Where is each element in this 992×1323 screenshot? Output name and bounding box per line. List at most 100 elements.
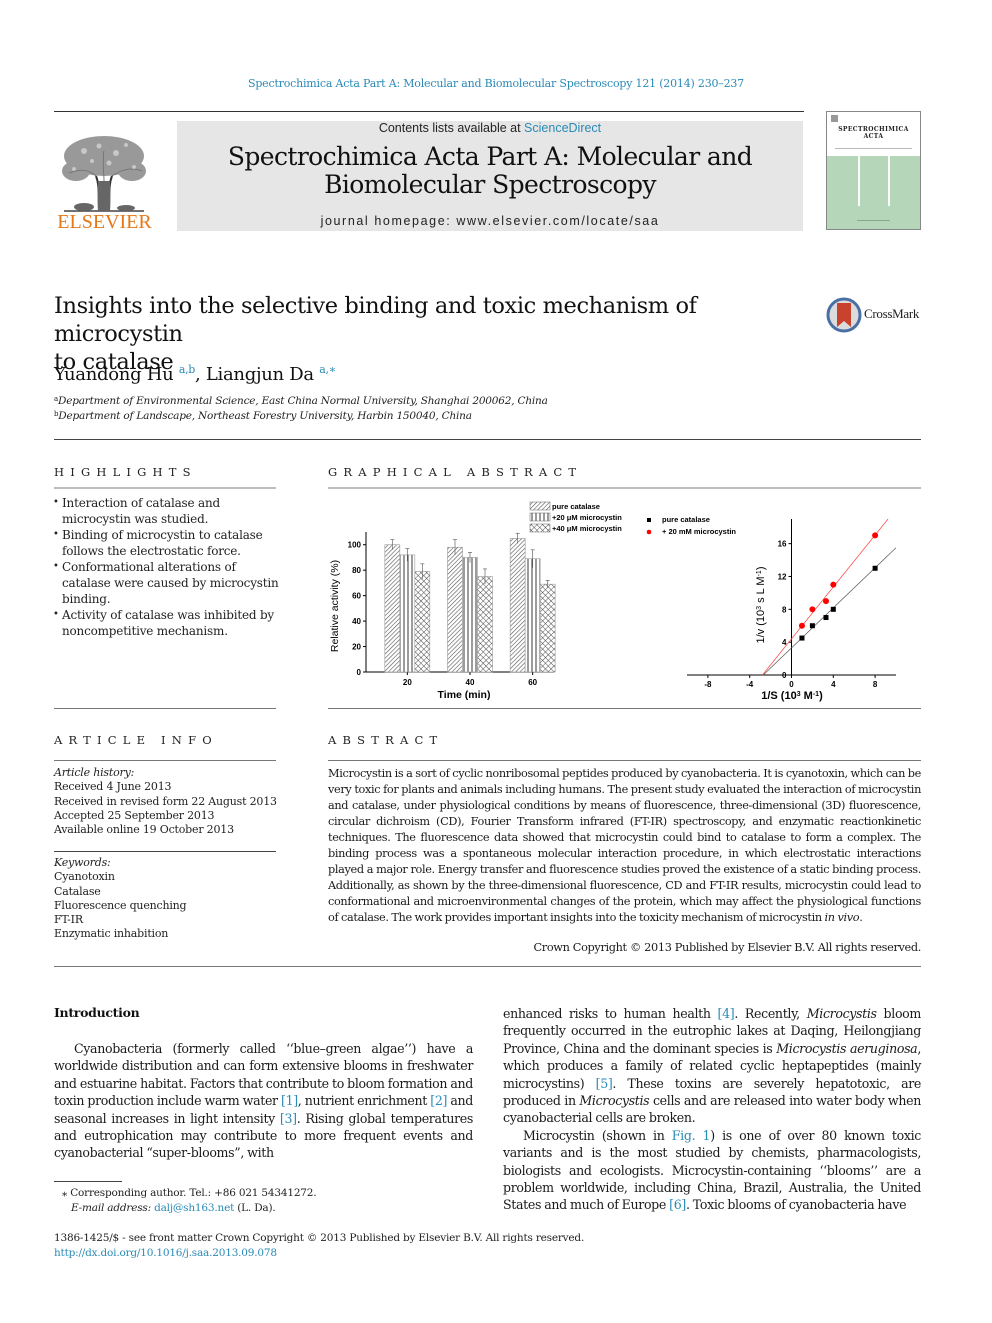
bar-chart-x-tick-label: 60 <box>528 678 537 687</box>
journal-title-line2: Biomolecular Spectroscopy <box>324 170 656 199</box>
email-link[interactable]: dalj@sh163.net <box>154 1202 234 1214</box>
email-suffix: (L. Da). <box>234 1202 276 1214</box>
keywords-label: Keywords: <box>54 856 111 869</box>
history-online: Available online 19 October 2013 <box>54 823 234 837</box>
introduction-heading: Introduction <box>54 1005 140 1020</box>
abstract-text: Microcystin is a sort of cyclic nonribos… <box>328 767 921 924</box>
cover-title-line2: ACTA <box>863 133 884 140</box>
keyword: Fluorescence quenching <box>54 898 187 912</box>
crossmark-button[interactable]: CrossMark <box>826 297 926 333</box>
bar <box>462 557 478 673</box>
author-affiliation-marks[interactable]: a,∗ <box>319 363 336 376</box>
data-point <box>798 622 805 629</box>
abstract-rule <box>328 760 921 761</box>
legend-marker <box>646 529 652 535</box>
legend-label: pure catalase <box>662 515 710 524</box>
author-separator: , <box>195 364 206 385</box>
lb-y-tick-label: 0 <box>782 671 787 680</box>
journal-cover-thumbnail[interactable]: SPECTROCHIMICA ACTA <box>826 111 921 230</box>
legend-swatch <box>529 501 551 511</box>
keyword: Enzymatic inhabition <box>54 927 169 941</box>
reference-link[interactable]: [3] <box>280 1111 297 1126</box>
bar-chart-x-tick-label: 20 <box>403 678 412 687</box>
bar <box>399 554 416 673</box>
abstract-text-end: . <box>859 911 863 924</box>
species-name: Microcystis aeruginosa <box>776 1040 918 1056</box>
affiliation: bDepartment of Landscape, Northeast Fore… <box>54 410 472 422</box>
contents-available-line: Contents lists available at ScienceDirec… <box>177 121 803 135</box>
introduction-paragraph: Microcystin (shown in Fig. 1) is one of … <box>503 1127 921 1214</box>
abstract-copyright: Crown Copyright © 2013 Published by Else… <box>533 941 922 954</box>
reference-link[interactable]: [1] <box>281 1093 298 1108</box>
species-name: Microcystis <box>806 1006 877 1021</box>
journal-reference-link[interactable]: Spectrochimica Acta Part A: Molecular an… <box>0 77 992 90</box>
graphical-abstract-bottom-rule <box>328 708 921 709</box>
journal-homepage-line: journal homepage: www.elsevier.com/locat… <box>177 214 803 228</box>
article-info-heading: ARTICLE INFO <box>54 733 218 747</box>
legend-swatch <box>529 512 551 522</box>
crossmark-label: CrossMark <box>864 306 920 321</box>
graphical-abstract-heading: GRAPHICAL ABSTRACT <box>328 465 583 479</box>
data-point <box>872 532 879 539</box>
affiliation-text: Department of Landscape, Northeast Fores… <box>58 410 472 422</box>
body-text: . Toxic blooms of cyanobacteria have <box>685 1197 907 1213</box>
cover-footer-line <box>857 220 890 221</box>
footnote-rule <box>54 1181 122 1182</box>
bar-chart-y-tick-label: 100 <box>348 541 362 550</box>
journal-title: Spectrochimica Acta Part A: Molecular an… <box>177 143 803 199</box>
body-text: . Recently, <box>734 1006 807 1021</box>
author-list: Yuandong Hu a,b, Liangjun Da a,∗ <box>54 363 336 385</box>
lb-chart-x-axis-label: 1/S (103 M-1) <box>761 690 823 702</box>
abstract-body: Microcystin is a sort of cyclic nonribos… <box>328 766 921 926</box>
cover-subtitle-line <box>835 148 912 149</box>
reference-link[interactable]: [4] <box>718 1006 735 1021</box>
lb-x-tick-label: 8 <box>873 680 878 689</box>
doi-link[interactable]: http://dx.doi.org/10.1016/j.saa.2013.09.… <box>54 1246 584 1261</box>
reference-link[interactable]: [5] <box>596 1076 613 1091</box>
cover-publisher-mark-icon <box>831 115 838 122</box>
introduction-paragraph: enhanced risks to human health [4]. Rece… <box>503 1005 921 1127</box>
author-affiliation-marks[interactable]: a,b <box>179 363 196 376</box>
corresponding-author-text: Corresponding author. Tel.: +86 021 5434… <box>70 1187 317 1199</box>
introduction-paragraph: Cyanobacteria (formerly called ‘‘blue–gr… <box>54 1040 473 1162</box>
legend-label: + 20 mM microcystin <box>662 527 736 536</box>
keyword: FT-IR <box>54 913 83 927</box>
author-name[interactable]: Yuandong Hu <box>54 364 174 385</box>
reference-link[interactable]: [6] <box>669 1197 686 1212</box>
journal-banner: Contents lists available at ScienceDirec… <box>177 121 803 231</box>
figure-link[interactable]: Fig. 1 <box>672 1128 711 1143</box>
abstract-italic-term: in vivo <box>824 911 860 924</box>
lb-y-tick-label: 16 <box>778 540 787 549</box>
lb-x-tick-label: -4 <box>746 680 754 689</box>
journal-homepage-link[interactable]: www.elsevier.com/locate/saa <box>456 214 659 228</box>
bottom-metadata: 1386-1425/$ - see front matter Crown Cop… <box>54 1231 584 1260</box>
affiliation-text: Department of Environmental Science, Eas… <box>57 395 548 407</box>
sciencedirect-link[interactable]: ScienceDirect <box>524 121 601 135</box>
lb-y-tick-label: 8 <box>782 605 787 614</box>
reference-link[interactable]: [2] <box>430 1093 447 1108</box>
bar <box>414 571 431 673</box>
legend-swatch <box>529 523 551 533</box>
body-text: Microcystin (shown in <box>523 1127 672 1143</box>
introduction-column-2: enhanced risks to human health [4]. Rece… <box>503 1005 921 1214</box>
data-point <box>830 581 837 588</box>
article-title-line1: Insights into the selective binding and … <box>54 293 697 347</box>
data-point <box>823 615 829 621</box>
lb-x-tick-label: 0 <box>789 680 794 689</box>
affiliation: aDepartment of Environmental Science, Ea… <box>54 395 548 407</box>
data-point <box>872 565 878 571</box>
bar <box>524 558 541 673</box>
article-info-rule <box>54 760 276 761</box>
highlights-rule <box>54 487 276 489</box>
bar-chart-x-axis-label: Time (min) <box>438 689 491 701</box>
highlight-item: Binding of microcystin to catalase follo… <box>53 527 284 559</box>
issn-line: 1386-1425/$ - see front matter Crown Cop… <box>54 1232 585 1244</box>
section-divider <box>54 439 921 440</box>
highlights-heading: HIGHLIGHTS <box>54 465 197 479</box>
bar <box>539 583 556 673</box>
abstract-heading: ABSTRACT <box>328 733 444 747</box>
crossmark-icon <box>826 297 862 333</box>
highlight-item: Conformational alterations of catalase w… <box>53 559 284 607</box>
author-name[interactable]: Liangjun Da <box>206 364 314 385</box>
body-text: , nutrient enrichment <box>297 1093 431 1109</box>
